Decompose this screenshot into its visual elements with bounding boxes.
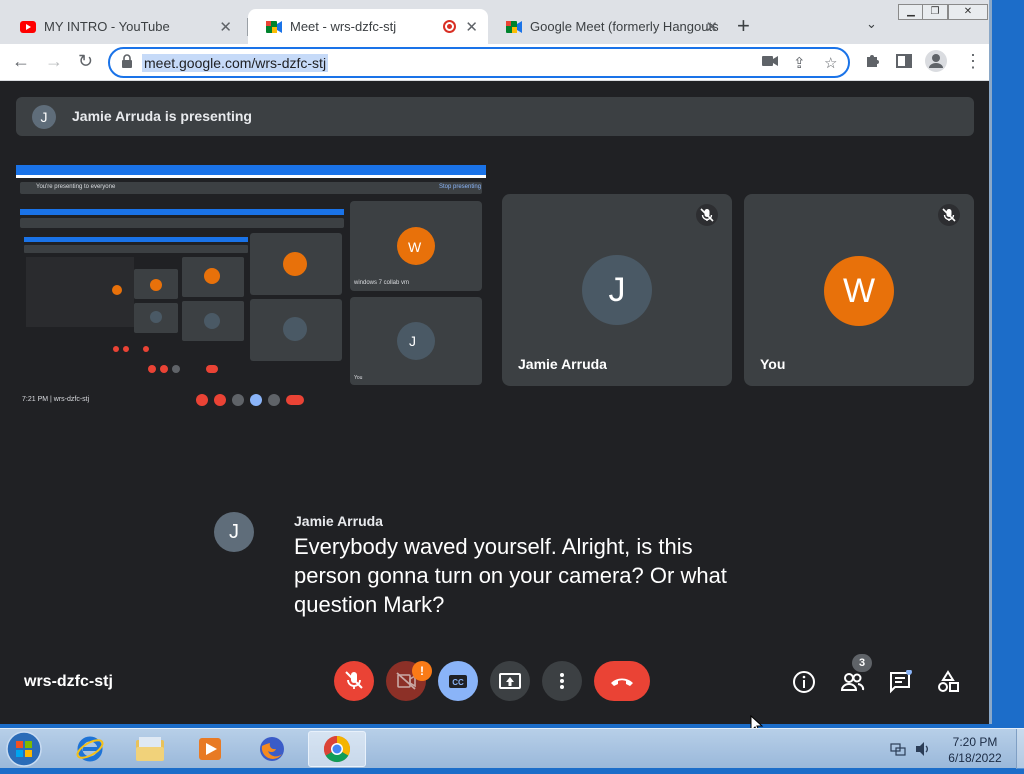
clock-date: 6/18/2022 [948,751,1002,765]
shared-tile-label: You [354,375,363,381]
avatar: W [824,256,894,326]
tab-strip: MY INTRO - YouTube ✕ Meet - wrs-dzfc-stj… [0,0,989,44]
mic-muted-icon [938,204,960,226]
side-panel-icon[interactable] [896,53,912,74]
people-count-badge: 3 [852,654,872,672]
menu-kebab-icon[interactable]: ⋮ [964,51,982,72]
shared-screen: You're presenting to everyone Stop prese… [16,165,486,410]
taskbar: 7:20 PM 6/18/2022 [0,728,1024,769]
tab-youtube[interactable]: MY INTRO - YouTube ✕ [2,9,242,44]
svg-text:CC: CC [452,678,464,687]
shared-tile-initial: J [409,333,416,349]
shared-tile-initial: W [408,239,422,255]
close-tab-icon[interactable]: ✕ [219,18,232,36]
browser-toolbar: ← → ↻ meet.google.com/wrs-dzfc-stj ⇪ ☆ ⋮ [0,44,989,81]
show-desktop-button[interactable] [1016,729,1024,769]
address-bar[interactable]: meet.google.com/wrs-dzfc-stj ⇪ ☆ [108,47,850,78]
reload-icon[interactable]: ↻ [78,51,93,72]
shared-screen-content [16,165,486,406]
tab-google-meet[interactable]: Google Meet (formerly Hangouts ✕ [488,9,728,44]
avatar: J [214,512,254,552]
back-arrow-icon[interactable]: ← [12,51,30,72]
firefox-icon [260,737,284,761]
participant-tile[interactable]: W You [744,194,974,386]
mic-toggle-button[interactable] [334,661,374,701]
chat-icon[interactable] [888,669,914,699]
shared-time-code: 7:21 PM | wrs-dzfc-stj [22,396,90,403]
activities-icon[interactable] [936,670,960,699]
share-icon[interactable]: ⇪ [793,54,806,72]
participant-name: You [760,356,786,372]
close-window-button[interactable]: ✕ [948,4,988,20]
maximize-button[interactable]: ❐ [922,4,948,20]
leave-call-button[interactable] [594,661,650,701]
volume-icon[interactable] [914,741,932,762]
tab-search-chevron-icon[interactable]: ⌄ [866,16,877,32]
meet-icon [266,19,282,35]
system-clock[interactable]: 7:20 PM 6/18/2022 [935,734,1015,766]
network-icon[interactable] [890,741,906,762]
camera-alert-badge: ! [412,661,432,681]
presenting-banner: J Jamie Arruda is presenting [16,97,974,136]
clock-time: 7:20 PM [952,735,998,749]
present-screen-button[interactable] [490,661,530,701]
close-tab-icon[interactable]: ✕ [465,18,478,36]
people-icon[interactable] [839,670,865,699]
media-player-icon [199,738,221,760]
more-vert-icon [560,673,564,689]
youtube-icon [20,19,36,35]
caption-speaker: Jamie Arruda [294,513,383,529]
url-text[interactable]: meet.google.com/wrs-dzfc-stj [142,54,329,72]
taskbar-firefox[interactable] [246,731,298,767]
participant-name: Jamie Arruda [518,356,607,372]
forward-arrow-icon[interactable]: → [45,51,63,72]
start-button[interactable] [4,729,44,769]
participant-tile[interactable]: J Jamie Arruda [502,194,732,386]
shared-presenting-text: You're presenting to everyone [36,184,116,190]
new-tab-button[interactable]: + [737,13,750,39]
meeting-code: wrs-dzfc-stj [24,673,113,690]
minimize-button[interactable]: ▁ [898,4,924,20]
taskbar-file-explorer[interactable] [124,731,176,767]
windows-logo-icon [6,731,42,767]
more-options-button[interactable] [542,661,582,701]
camera-in-use-icon[interactable] [762,54,778,71]
taskbar-internet-explorer[interactable] [64,731,116,767]
profile-avatar-icon[interactable] [925,50,947,77]
taskbar-media-player[interactable] [184,731,236,767]
avatar: J [582,255,652,325]
avatar: J [32,105,56,129]
caption-text: Everybody waved yourself. Alright, is th… [294,534,727,617]
closed-captions-icon: CC [449,675,467,688]
bookmark-star-icon[interactable]: ☆ [824,54,837,72]
recording-icon [443,20,456,33]
mic-off-icon [345,671,363,689]
shared-stop-presenting: Stop presenting [439,184,482,190]
meet-icon [506,19,522,35]
mic-muted-icon [696,204,718,226]
taskbar-chrome[interactable] [308,731,366,767]
hang-up-icon [611,678,633,686]
captions-button[interactable]: CC [438,661,478,701]
browser-window: MY INTRO - YouTube ✕ Meet - wrs-dzfc-stj… [0,0,992,724]
shared-tile-label: windows 7 collab vm [354,280,410,286]
chrome-icon [323,735,351,763]
folder-icon [136,737,164,761]
internet-explorer-icon [76,736,104,762]
meeting-info-icon[interactable] [792,670,816,699]
present-screen-icon [499,673,521,689]
lock-icon [121,54,133,73]
tab-meet[interactable]: Meet - wrs-dzfc-stj ✕ [248,9,488,44]
extensions-puzzle-icon[interactable] [864,53,880,74]
close-tab-icon[interactable]: ✕ [705,18,718,36]
